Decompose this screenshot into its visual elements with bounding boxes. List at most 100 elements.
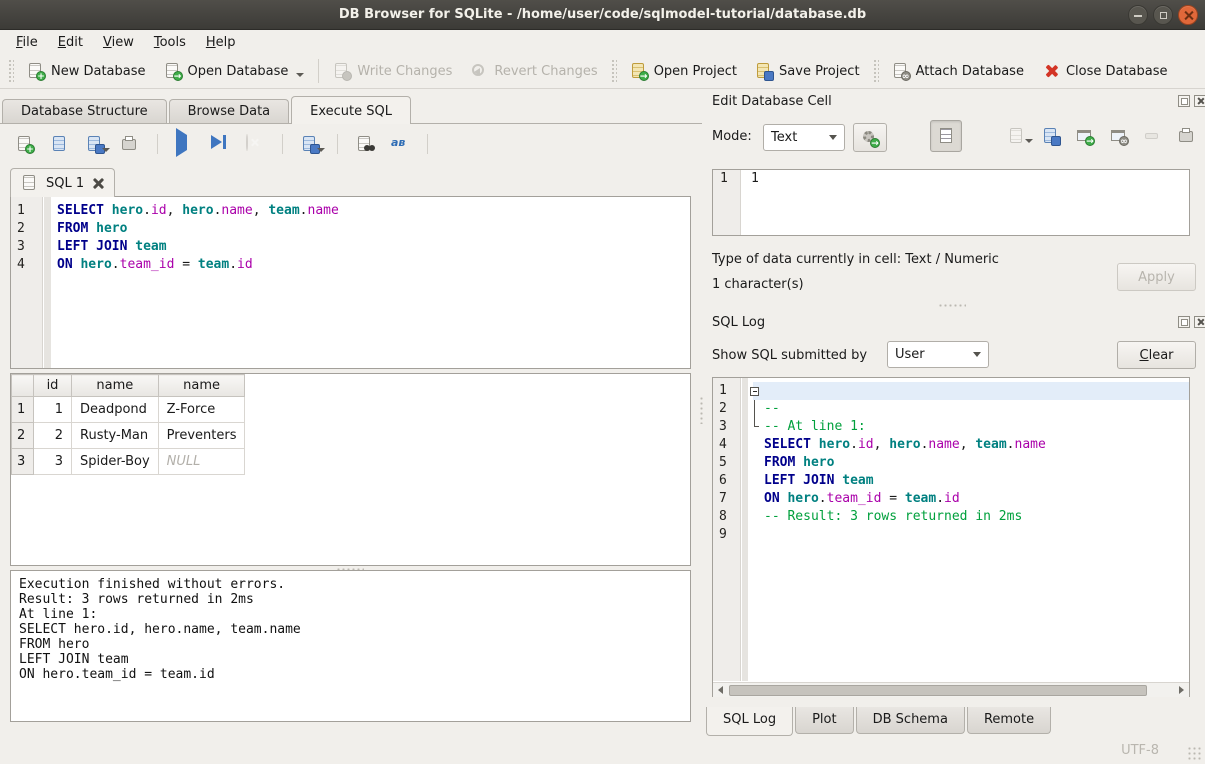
dropdown-arrow-icon[interactable] xyxy=(296,73,304,77)
text-mode-icon xyxy=(937,127,955,145)
column-header-name[interactable]: name xyxy=(72,375,159,397)
sql-file-tab[interactable]: SQL 1 xyxy=(10,168,115,197)
scroll-left-arrow[interactable] xyxy=(713,683,728,697)
export-data-button[interactable] xyxy=(1038,123,1064,149)
save-sql-file-button[interactable] xyxy=(82,131,108,157)
open-sql-file-button[interactable] xyxy=(47,131,73,157)
open-database-button[interactable]: →Open Database xyxy=(155,57,314,85)
row-header[interactable]: 2 xyxy=(12,423,34,449)
clear-button-label: Clear xyxy=(1140,348,1174,363)
window-controls xyxy=(1128,5,1198,25)
toolbar-separator xyxy=(282,134,283,154)
auto-apply-button[interactable]: → xyxy=(853,123,887,152)
set-null-button[interactable] xyxy=(1140,123,1166,149)
import-data-button[interactable] xyxy=(1004,123,1030,149)
table-cell[interactable]: Rusty-Man xyxy=(72,423,159,449)
close-button[interactable] xyxy=(1178,5,1198,25)
sql-log-view: 1-- EXECUTING ALL IN 'SQL 1'2--3-- At li… xyxy=(712,377,1190,697)
dock-tab-plot[interactable]: Plot xyxy=(795,707,854,734)
line-number: 6 xyxy=(713,472,741,490)
mode-select[interactable]: Text xyxy=(763,124,845,151)
clear-log-button[interactable]: Clear xyxy=(1117,341,1196,369)
fold-marker xyxy=(748,490,764,508)
table-cell[interactable]: 3 xyxy=(34,449,72,475)
close-tab-icon[interactable] xyxy=(91,177,104,190)
close-panel-icon[interactable] xyxy=(1194,95,1205,107)
table-cell[interactable]: Spider-Boy xyxy=(72,449,159,475)
new-sql-tab-button[interactable]: + xyxy=(12,131,38,157)
open-in-window-button[interactable]: → xyxy=(1072,123,1098,149)
apply-button[interactable]: Apply xyxy=(1117,263,1196,291)
maximize-button[interactable] xyxy=(1153,5,1173,25)
scroll-right-arrow[interactable] xyxy=(1174,683,1189,697)
cell-editor[interactable]: 1 1 xyxy=(712,169,1190,236)
table-cell[interactable]: Deadpond xyxy=(72,397,159,423)
text-mode-button[interactable] xyxy=(930,120,962,152)
save-project-button[interactable]: Save Project xyxy=(746,57,869,85)
resize-grip[interactable] xyxy=(1187,746,1201,760)
word-wrap-button[interactable] xyxy=(970,123,996,149)
copy-link-button[interactable]: ∞ xyxy=(1106,123,1132,149)
dock-tab-remote[interactable]: Remote xyxy=(967,707,1051,734)
sql-editor[interactable]: 1SELECT hero.id, hero.name, team.name2FR… xyxy=(10,196,691,369)
print-button[interactable] xyxy=(117,131,143,157)
dropdown-arrow-icon[interactable] xyxy=(102,148,110,152)
find-button[interactable] xyxy=(352,131,378,157)
new-database-button[interactable]: +New Database xyxy=(18,57,155,85)
encoding-indicator[interactable]: UTF-8 xyxy=(1121,743,1159,758)
toolbar-drag-handle[interactable] xyxy=(8,59,14,83)
scrollbar-thumb[interactable] xyxy=(729,685,1147,696)
fold-marker xyxy=(748,526,764,544)
toolbar-button-label: Save Project xyxy=(779,64,860,79)
close-log-panel-icon[interactable] xyxy=(1194,316,1205,328)
menu-tools[interactable]: Tools xyxy=(144,32,196,53)
menu-edit[interactable]: Edit xyxy=(48,32,93,53)
attach-database-button[interactable]: ∞Attach Database xyxy=(883,57,1033,85)
log-horizontal-scrollbar[interactable] xyxy=(713,682,1189,697)
dropdown-arrow-icon[interactable] xyxy=(1025,139,1033,143)
row-header[interactable]: 1 xyxy=(12,397,34,423)
title-bar[interactable]: DB Browser for SQLite - /home/user/code/… xyxy=(0,0,1205,30)
fold-marker[interactable] xyxy=(748,382,764,400)
minimize-button[interactable] xyxy=(1128,5,1148,25)
menu-help[interactable]: Help xyxy=(196,32,246,53)
open-project-button[interactable]: →Open Project xyxy=(621,57,746,85)
toolbar-drag-handle[interactable] xyxy=(873,59,879,83)
table-cell[interactable]: 2 xyxy=(34,423,72,449)
toolbar-button-label: Revert Changes xyxy=(494,64,597,79)
dock-tab-sql-log[interactable]: SQL Log xyxy=(706,707,793,736)
copy-link-icon: ∞ xyxy=(1110,127,1128,145)
revert-changes-button[interactable]: Revert Changes xyxy=(461,57,606,85)
autocomplete-button[interactable]: aʙ xyxy=(387,131,413,157)
save-results-button[interactable] xyxy=(297,131,323,157)
print-cell-button[interactable] xyxy=(1174,123,1200,149)
write-changes-button[interactable]: Write Changes xyxy=(324,57,461,85)
column-header-id[interactable]: id xyxy=(34,375,72,397)
format-sql-button[interactable] xyxy=(442,131,468,157)
dropdown-arrow-icon[interactable] xyxy=(317,148,325,152)
table-cell[interactable]: Z-Force xyxy=(158,397,245,423)
table-cell[interactable]: Preventers xyxy=(158,423,245,449)
float-log-panel-icon[interactable] xyxy=(1178,316,1190,328)
menu-view[interactable]: View xyxy=(93,32,144,53)
cell-editor-content[interactable]: 1 xyxy=(741,170,759,187)
stop-button[interactable] xyxy=(242,131,268,157)
execute-all-button[interactable] xyxy=(172,131,198,157)
sql-log-filter-select[interactable]: User xyxy=(887,341,989,368)
toolbar-drag-handle[interactable] xyxy=(611,59,617,83)
float-panel-icon[interactable] xyxy=(1178,95,1190,107)
line-number: 1 xyxy=(11,202,43,220)
tab-database-structure[interactable]: Database Structure xyxy=(2,99,167,124)
panel-splitter[interactable] xyxy=(699,96,705,706)
close-database-button[interactable]: Close Database xyxy=(1033,57,1177,85)
execute-line-button[interactable] xyxy=(207,131,233,157)
splitter-handle-right[interactable] xyxy=(938,303,966,309)
menu-file[interactable]: File xyxy=(6,32,48,53)
table-cell[interactable]: 1 xyxy=(34,397,72,423)
dock-tab-db-schema[interactable]: DB Schema xyxy=(856,707,965,734)
row-header[interactable]: 3 xyxy=(12,449,34,475)
column-header-name[interactable]: name xyxy=(158,375,245,397)
tab-browse-data[interactable]: Browse Data xyxy=(169,99,290,124)
table-cell[interactable]: NULL xyxy=(158,449,245,475)
tab-execute-sql[interactable]: Execute SQL xyxy=(291,96,411,124)
